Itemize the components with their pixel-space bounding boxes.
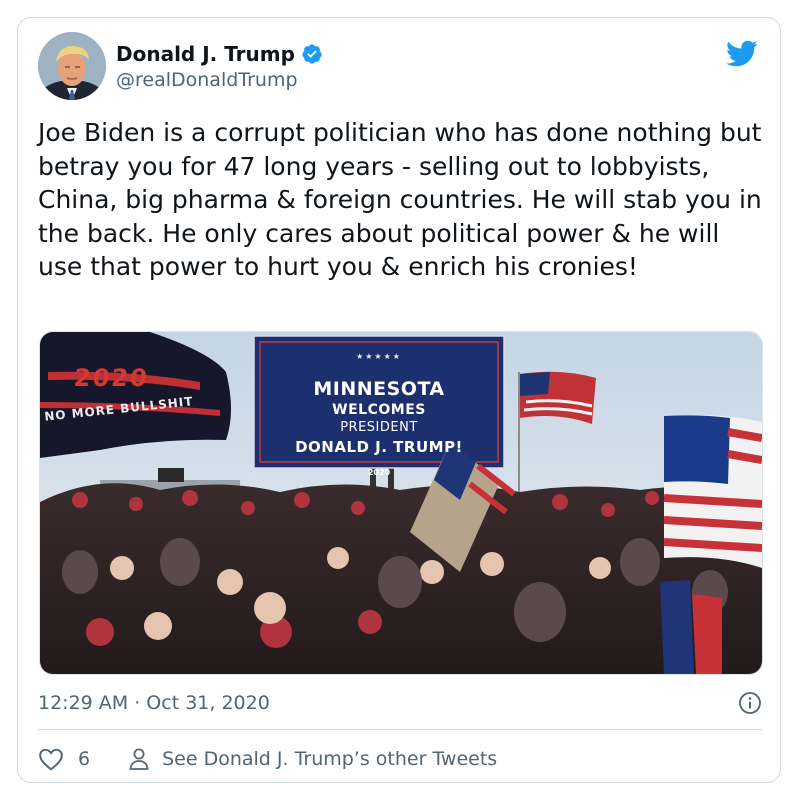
author-handle[interactable]: @realDonaldTrump [116,69,298,91]
tweet-actions: 6 See Donald J. Trump’s other Tweets [38,742,497,776]
tweet-photo[interactable]: ★★★★★ MINNESOTA WELCOMES PRESIDENT DONAL… [39,331,763,675]
sign-line-welcomes: WELCOMES [332,402,426,418]
sign-year: 2020 [367,468,391,477]
like-button[interactable]: 6 [38,747,90,771]
sign-line-state: MINNESOTA [313,378,445,400]
author-name-row[interactable]: Donald J. Trump [116,42,323,66]
tweet-text: Joe Biden is a corrupt politician who ha… [38,118,770,281]
tweet-meta: 12:29 AM · Oct 31, 2020 [38,688,762,718]
person-icon [129,748,149,770]
see-other-tweets-label: See Donald J. Trump’s other Tweets [162,748,498,770]
avatar[interactable] [38,32,106,100]
twitter-bird-icon[interactable] [726,40,758,68]
tweet-card: Donald J. Trump @realDonaldTrump Joe Bid… [17,17,781,783]
verified-badge-icon [302,44,322,64]
info-icon[interactable] [738,691,762,715]
avatar-photo [38,32,106,100]
see-other-tweets-link[interactable]: See Donald J. Trump’s other Tweets [128,747,497,771]
sign-line-name: DONALD J. TRUMP! [295,438,463,456]
flag-year-text: 2020 [72,364,151,392]
author-display-name[interactable]: Donald J. Trump [116,42,295,66]
sign-stars: ★★★★★ [356,352,402,361]
heart-icon [39,748,63,771]
sign-line-president: PRESIDENT [340,420,418,435]
like-count: 6 [78,748,91,770]
divider [38,729,762,730]
tweet-timestamp[interactable]: 12:29 AM · Oct 31, 2020 [38,692,270,714]
